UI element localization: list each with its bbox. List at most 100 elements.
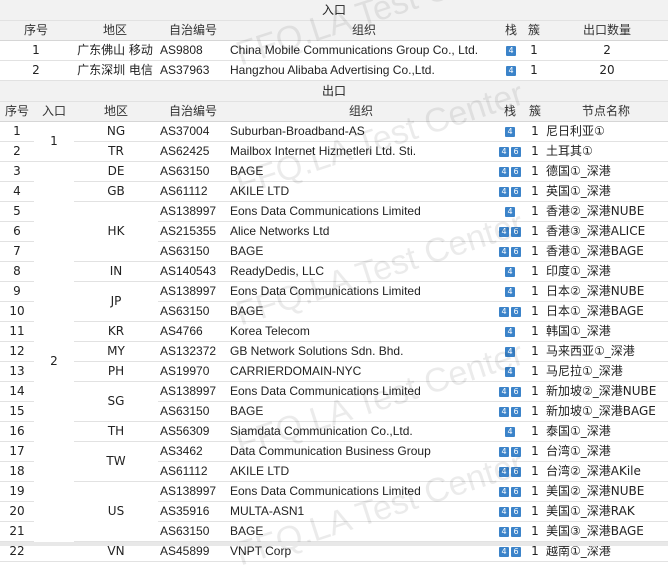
stack-cell: 46 [494, 521, 526, 542]
table-row: 2 广东深圳 电信 AS37963 Hangzhou Alibaba Advertis… [0, 60, 668, 81]
region-cell: 广东佛山 移动 [72, 40, 158, 61]
stack-cell: 4 [494, 421, 526, 442]
node-name-cell: 美国①_深港RAK [544, 501, 668, 522]
org-cell: AKILE LTD [228, 461, 494, 482]
org-cell: CARRIERDOMAIN-NYC [228, 361, 494, 382]
region-cell: MY [74, 341, 158, 362]
node-name-cell: 马来西亚①_深港 [544, 341, 668, 362]
cluster-cell: 1 [526, 361, 544, 382]
entry-group-cell: 1 [34, 121, 74, 162]
stack-cell: 4 [500, 40, 522, 61]
ip-version-badge: 4 [505, 206, 515, 217]
region-cell: 广东深圳 电信 [72, 60, 158, 81]
seq-cell: 18 [0, 461, 34, 482]
cluster-cell: 1 [522, 40, 546, 61]
cluster-cell: 1 [526, 341, 544, 362]
header-node: 节点名称 [544, 101, 668, 122]
seq-cell: 14 [0, 381, 34, 402]
cluster-cell: 1 [526, 461, 544, 482]
as-cell: AS63150 [158, 401, 228, 422]
cluster-cell: 1 [526, 321, 544, 342]
as-cell: AS215355 [158, 221, 228, 242]
seq-cell: 5 [0, 201, 34, 222]
stack-cell: 46 [494, 381, 526, 402]
ip-version-badge: 6 [511, 506, 521, 517]
table-row: 8 IN AS140543 ReadyDedis, LLC 4 1 印度①_深港 [0, 261, 668, 282]
header-entry: 入口 [34, 101, 74, 122]
ip-version-badge: 6 [511, 226, 521, 237]
node-name-cell: 印度①_深港 [544, 261, 668, 282]
ip-version-badge: 4 [499, 226, 509, 237]
seq-cell: 11 [0, 321, 34, 342]
region-cell: HK [74, 201, 158, 262]
org-cell: Hangzhou Alibaba Advertising Co.,Ltd. [228, 60, 500, 81]
header-region: 地区 [74, 101, 158, 122]
node-name-cell: 美国③_深港BAGE [544, 521, 668, 542]
node-name-cell: 马尼拉①_深港 [544, 361, 668, 382]
org-cell: BAGE [228, 161, 494, 182]
header-region: 地区 [72, 20, 158, 41]
cluster-cell: 1 [526, 141, 544, 162]
ip-version-badge: 4 [499, 466, 509, 477]
ip-version-badge: 6 [511, 186, 521, 197]
seq-cell: 19 [0, 481, 34, 502]
cluster-cell: 1 [526, 401, 544, 422]
cluster-cell: 1 [526, 181, 544, 202]
table-row: 3 2 DE AS63150 BAGE 4 6 1 德国①_深港 [0, 161, 668, 562]
cluster-cell: 1 [526, 201, 544, 222]
entry-group-cell: 2 [34, 161, 74, 562]
seq-cell: 15 [0, 401, 34, 422]
cluster-cell: 1 [526, 481, 544, 502]
table-row: 16 TH AS56309 Siamdata Communication Co.,Lt… [0, 421, 668, 442]
ip-version-badge: 4 [499, 166, 509, 177]
region-cell: KR [74, 321, 158, 342]
org-cell: Eons Data Communications Limited [228, 281, 494, 302]
cluster-cell: 1 [522, 60, 546, 81]
ip-version-badge: 4 [505, 126, 515, 137]
stack-cell: 46 [494, 221, 526, 242]
region-cell: TW [74, 441, 158, 482]
ip-version-badge: 6 [511, 446, 521, 457]
as-cell: AS132372 [158, 341, 228, 362]
node-name-cell: 德国①_深港 [544, 161, 668, 182]
header-as: 自治编号 [158, 20, 228, 41]
org-cell: Siamdata Communication Co.,Ltd. [228, 421, 494, 442]
stack-cell: 4 [494, 321, 526, 342]
ip-version-badge: 4 [499, 506, 509, 517]
table-row: 13 PH AS19970 CARRIERDOMAIN-NYC 4 1 马尼拉①_深港 [0, 361, 668, 382]
org-cell: BAGE [228, 241, 494, 262]
org-cell: Korea Telecom [228, 321, 494, 342]
org-cell: Eons Data Communications Limited [228, 201, 494, 222]
cluster-cell: 1 [526, 261, 544, 282]
seq-cell: 12 [0, 341, 34, 362]
as-cell: AS56309 [158, 421, 228, 442]
ip-version-badge: 4 [505, 346, 515, 357]
region-cell: TR [74, 141, 158, 162]
table-row: 4 GB AS61112 AKILE LTD 4 6 1 英国①_深港 [0, 181, 668, 202]
region-cell: US [74, 481, 158, 542]
stack-cell: 46 [494, 181, 526, 202]
ip-version-badge: 4 [499, 546, 509, 557]
table-row: 14 SG AS138997 Eons Data Communications Lim… [0, 381, 668, 422]
header-count: 出口数量 [546, 20, 668, 41]
table-row: 12 MY AS132372 GB Network Solutions Sdn. Bh… [0, 341, 668, 362]
seq-cell: 21 [0, 521, 34, 542]
seq-cell: 6 [0, 221, 34, 242]
region-cell: SG [74, 381, 158, 422]
ip-version-badge: 4 [505, 326, 515, 337]
ip-version-badge: 4 [505, 426, 515, 437]
ip-version-badge: 6 [511, 306, 521, 317]
cluster-cell: 1 [526, 301, 544, 322]
org-cell: Mailbox Internet Hizmetleri Ltd. Sti. [228, 141, 494, 162]
node-name-cell: 尼日利亚① [544, 121, 668, 142]
region-cell: TH [74, 421, 158, 442]
node-name-cell: 香港②_深港NUBE [544, 201, 668, 222]
region-cell: NG [74, 121, 158, 142]
exit-table: 出口 序号 入口 地区 自治编号 组织 栈 簇 节点名称 1 1 NG AS37004… [0, 81, 668, 562]
as-cell: AS138997 [158, 281, 228, 302]
org-cell: Eons Data Communications Limited [228, 481, 494, 502]
ip-version-badge: 4 [506, 45, 516, 56]
stack-cell: 46 [494, 161, 526, 182]
as-cell: AS37004 [158, 121, 228, 142]
org-cell: MULTA-ASN1 [228, 501, 494, 522]
